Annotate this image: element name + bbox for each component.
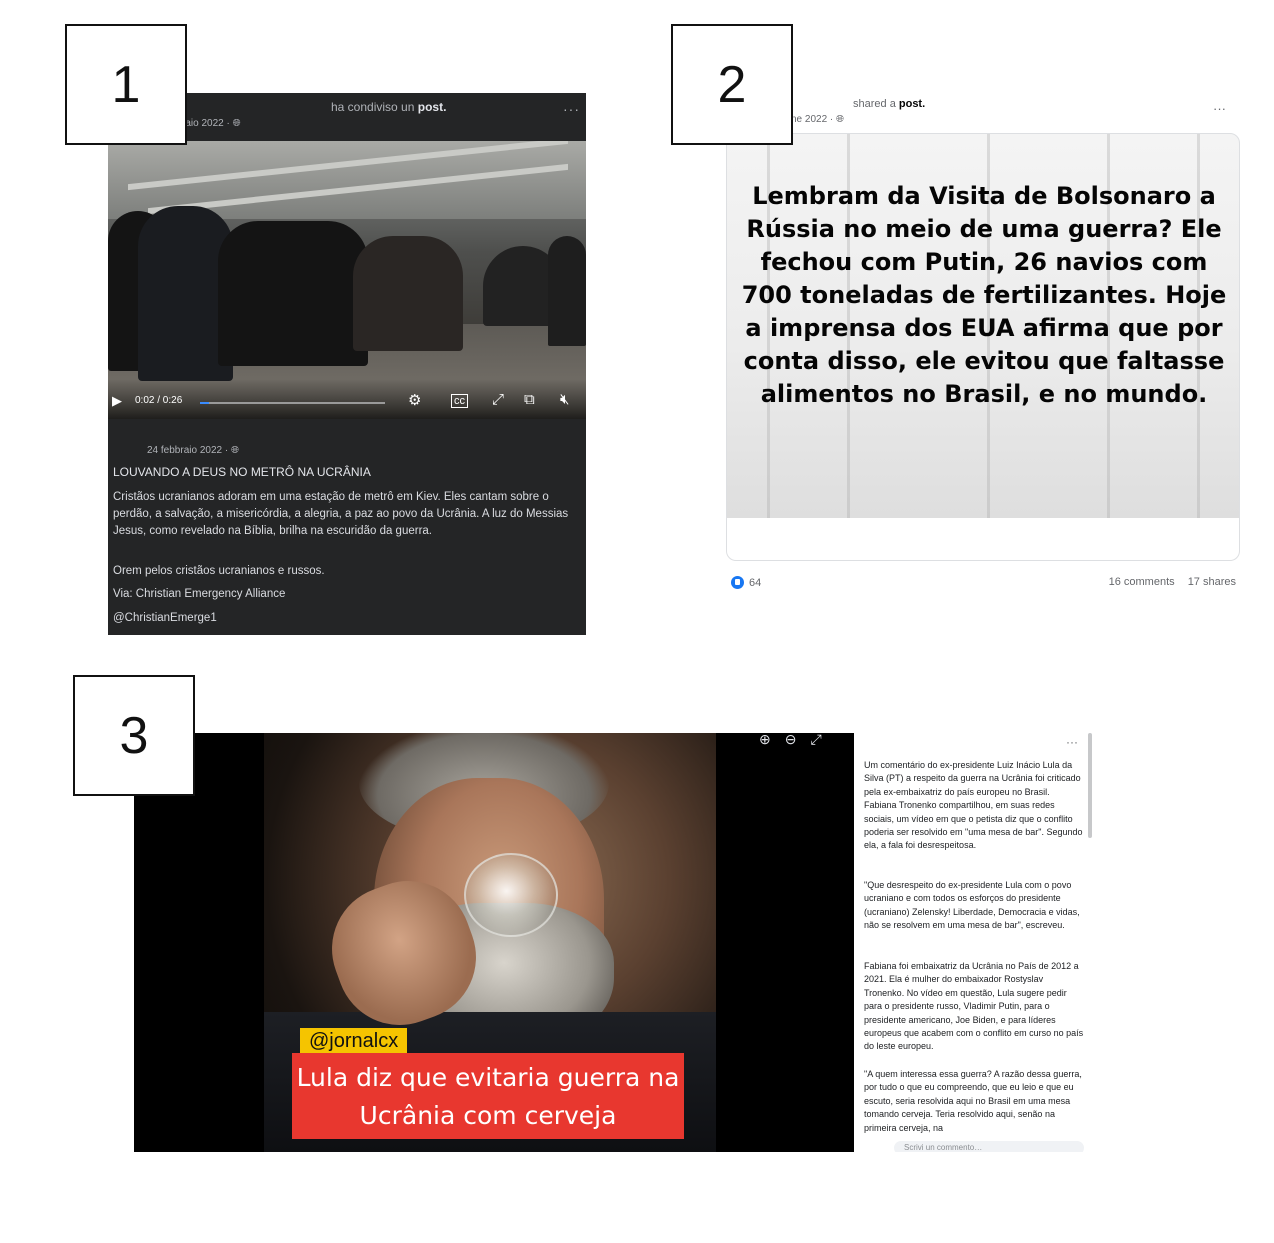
crowd-figure (548, 236, 586, 346)
fullscreen-icon[interactable]: ⤢ (492, 391, 504, 408)
post-title: LOUVANDO A DEUS NO METRÔ NA UCRÂNIA (113, 465, 371, 479)
photo-glass (464, 853, 558, 937)
panel-2-facebook-shared-post: shared a post. ne 2022 · 🌐︎ ··· Lembram … (726, 93, 1240, 597)
post-link[interactable]: post. (418, 100, 447, 114)
post-handle[interactable]: @ChristianEmerge1 (113, 612, 217, 624)
post-via-line: Via: Christian Emergency Alliance (113, 588, 286, 600)
globe-icon: 🌐︎ (836, 114, 845, 125)
post-description: Cristãos ucranianos adoram em uma estaçã… (113, 491, 569, 537)
label-2: 2 (671, 24, 793, 145)
play-icon[interactable]: ▶ (112, 393, 122, 409)
label-3: 3 (73, 675, 195, 796)
post-prayer-line: Orem pelos cristãos ucranianos e russos. (113, 565, 325, 577)
card-message: Lembram da Visita de Bolsonaro a Rússia … (741, 182, 1227, 408)
photo-caption: Lula diz que evitaria guerra na Ucrânia … (292, 1053, 684, 1139)
article-paragraph: Fabiana foi embaixatriz da Ucrânia no Pa… (864, 961, 1084, 1052)
settings-gear-icon[interactable]: ⚙ (408, 391, 421, 409)
video-player[interactable]: ▶ 0:02 / 0:26 ⚙ cc ⤢ ⧉ 🔇︎ (108, 141, 586, 419)
reaction-count: 64 (749, 576, 762, 589)
globe-icon: 🌐︎ (230, 445, 239, 456)
card-footer (726, 518, 1240, 561)
mute-icon[interactable]: 🔇︎ (560, 391, 569, 408)
shared-text: ha condiviso un post. (331, 100, 447, 114)
video-time: 0:02 / 0:26 (135, 395, 183, 406)
post-stats: 16 comments 17 shares (1099, 576, 1236, 588)
globe-icon: 🌐︎ (232, 118, 241, 129)
shared-text: shared a post. (853, 98, 926, 110)
more-options-icon[interactable]: ··· (563, 101, 580, 117)
more-options-icon[interactable]: ··· (1066, 735, 1078, 749)
comment-input[interactable]: Scrivi un commento… (894, 1141, 1084, 1152)
original-post-date: 24 febbraio 2022 · 🌐︎ (147, 445, 239, 456)
post-header-date: raio 2022 · 🌐︎ (182, 118, 241, 129)
picture-in-picture-icon[interactable]: ⧉ (524, 391, 535, 408)
more-options-icon[interactable]: ··· (1213, 101, 1226, 116)
label-1: 1 (65, 24, 187, 145)
captions-icon[interactable]: cc (451, 394, 468, 408)
panel-3-photo-post-viewer: @jornalcx Lula diz que evitaria guerra n… (134, 733, 1096, 1152)
crowd-figure (218, 221, 368, 366)
article-paragraph: "Que desrespeito do ex-presidente Lula c… (864, 880, 1080, 931)
text-image-card[interactable]: Lembram da Visita de Bolsonaro a Rússia … (726, 133, 1240, 519)
photo-source-tag: @jornalcx (300, 1028, 408, 1055)
article-paragraph: Um comentário do ex-presidente Luiz Inác… (864, 760, 1083, 851)
zoom-controls-icon[interactable]: ⊕⊖⤢ (759, 733, 836, 748)
progress-bar[interactable] (200, 402, 385, 404)
post-text-sidebar: ··· Um comentário do ex-presidente Luiz … (854, 733, 1096, 1152)
post-header-date: ne 2022 · 🌐︎ (791, 114, 845, 125)
article-paragraph: "A quem interessa essa guerra? A razão d… (864, 1069, 1082, 1133)
like-reaction-icon (731, 576, 744, 589)
crowd-figure (353, 236, 463, 351)
post-link[interactable]: post. (899, 98, 925, 110)
reactions[interactable]: 64 (731, 576, 761, 589)
panel-1-facebook-video-post: ha condiviso un post. raio 2022 · 🌐︎ ···… (108, 93, 586, 635)
sidebar-scrollbar[interactable] (1088, 733, 1092, 838)
comments-count[interactable]: 16 comments (1109, 576, 1175, 588)
shares-count[interactable]: 17 shares (1188, 576, 1236, 588)
video-controls: ▶ 0:02 / 0:26 ⚙ cc ⤢ ⧉ 🔇︎ (108, 379, 586, 419)
